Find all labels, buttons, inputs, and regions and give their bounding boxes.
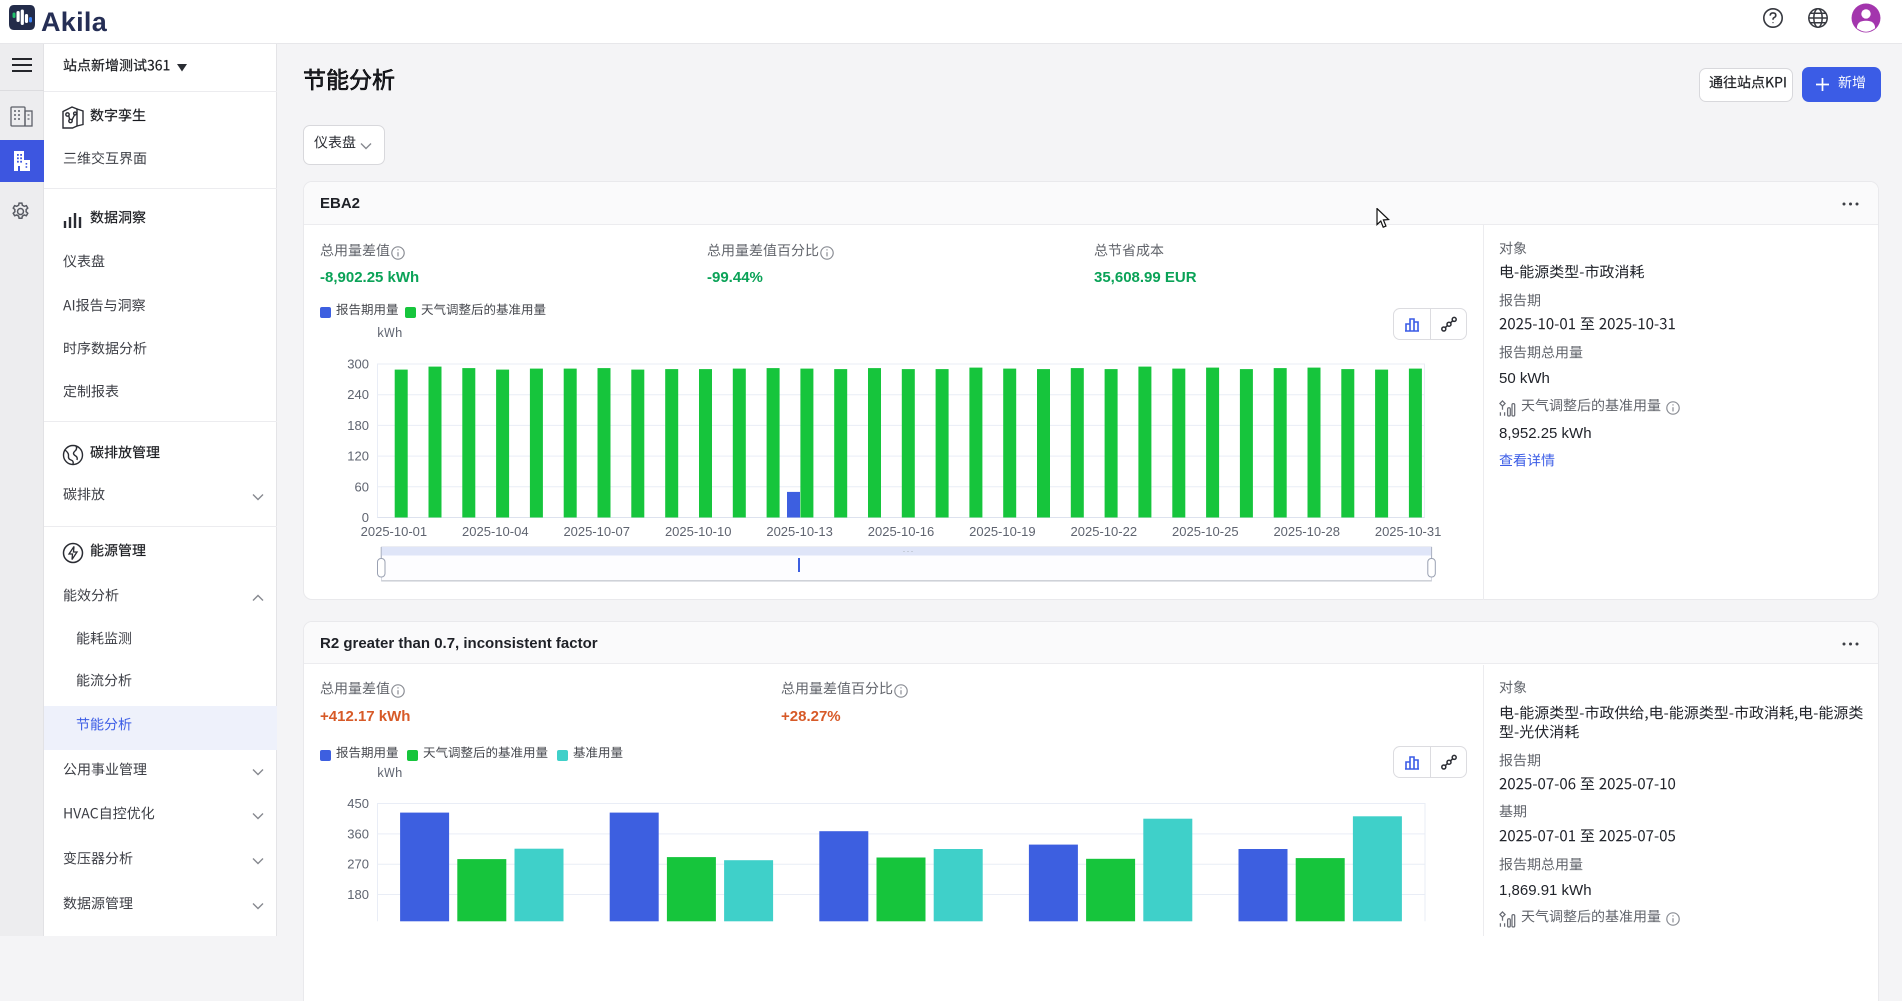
svg-text:270: 270 bbox=[347, 857, 369, 872]
svg-text:360: 360 bbox=[347, 826, 369, 841]
svg-text:450: 450 bbox=[347, 796, 369, 811]
svg-text:180: 180 bbox=[347, 887, 369, 902]
